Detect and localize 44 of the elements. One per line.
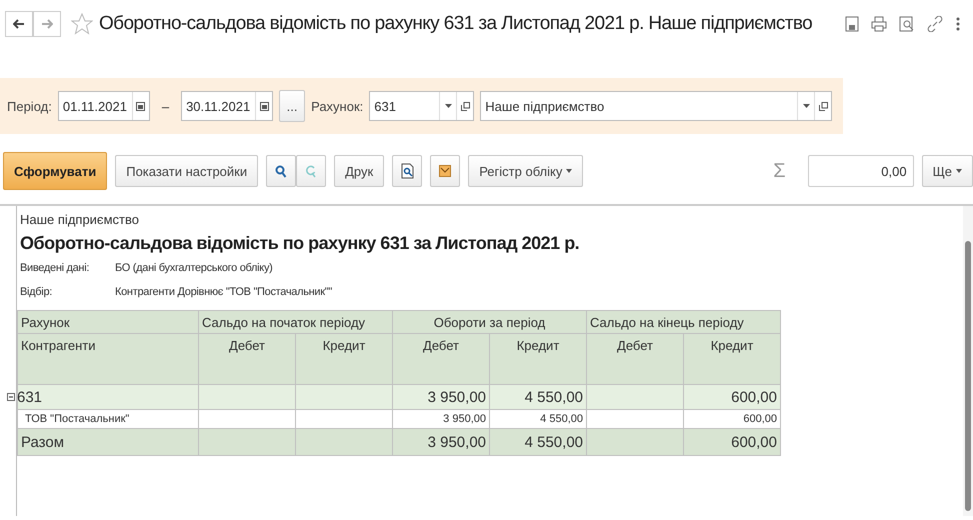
column-group-header: Сальдо на початок періоду	[198, 310, 392, 334]
table-cell: Разом	[18, 428, 198, 456]
report-title: Оборотно-сальдова відомість по рахунку 631 за Листопад 2021 р.	[20, 233, 580, 254]
table-cell: 3 950,00	[392, 410, 490, 428]
period-label: Період:	[7, 98, 52, 114]
parameter-label: Виведені дані:	[20, 262, 90, 274]
table-cell: ТОВ "Постачальник"	[18, 410, 198, 428]
table-cell: 4 550,00	[490, 384, 586, 410]
column-header: Дебет	[198, 334, 296, 384]
column-header: Кредит	[490, 334, 586, 384]
table-cell: 4 550,00	[490, 428, 586, 456]
account-label: Рахунок:	[311, 98, 364, 114]
column-header: Дебет	[586, 334, 684, 384]
window-title: Оборотно-сальдова відомість по рахунку 631 за Листопад 2021 р. Наше підприємство	[99, 13, 814, 35]
more-button[interactable]: Ще	[922, 155, 973, 187]
sum-field[interactable]: 0,00	[808, 155, 914, 187]
parameter-value: БО (дані бухгалтерського обліку)	[115, 262, 273, 274]
table-cell: 600,00	[684, 384, 780, 410]
table-cell: 3 950,00	[392, 428, 490, 456]
column-header: Рахунок	[18, 310, 198, 334]
organization-field[interactable]: Наше підприємство	[480, 91, 832, 121]
parameter-label: Відбір:	[20, 286, 54, 298]
print-button[interactable]: Друк	[334, 155, 384, 187]
accounting-register-button[interactable]: Регістр обліку	[468, 155, 584, 187]
column-header: Дебет	[392, 334, 490, 384]
generate-button[interactable]: Сформувати	[3, 152, 108, 190]
account-field[interactable]: 631	[369, 91, 474, 121]
column-header: Кредит	[684, 334, 780, 384]
table-cell: 3 950,00	[392, 384, 490, 410]
column-header: Контрагенти	[18, 334, 198, 384]
column-group-header: Сальдо на кінець періоду	[586, 310, 780, 334]
parameter-value: Контрагенти Дорівнює "ТОВ "Постачальник""	[115, 286, 332, 298]
show-settings-button[interactable]: Показати настройки	[115, 155, 258, 187]
column-header: Кредит	[296, 334, 392, 384]
date-to-field[interactable]: 30.11.2021	[181, 91, 274, 121]
date-from-field[interactable]: 01.11.2021	[58, 91, 150, 121]
report-organization: Наше підприємство	[20, 212, 140, 227]
table-cell: 600,00	[684, 410, 780, 428]
sum-sign: Σ	[773, 160, 786, 182]
table-cell: 600,00	[684, 428, 780, 456]
table-cell: 4 550,00	[490, 410, 586, 428]
column-group-header: Обороти за період	[392, 310, 586, 334]
period-select-button[interactable]: ...	[279, 90, 306, 122]
dash: –	[162, 98, 170, 114]
